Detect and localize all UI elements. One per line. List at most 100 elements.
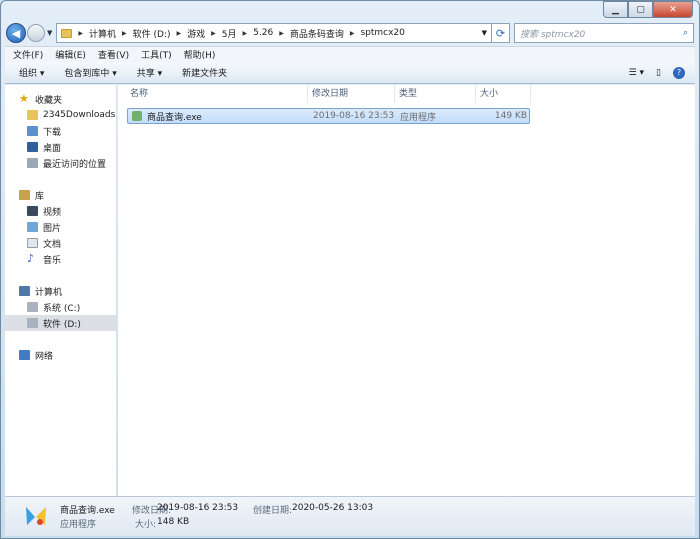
breadcrumb-item[interactable]: 游戏	[187, 27, 205, 40]
file-type: 应用程序	[400, 112, 437, 123]
sidebar-label: 图片	[43, 223, 62, 234]
sidebar-item-music[interactable]: ♪ 音乐	[5, 251, 116, 267]
sidebar-libraries[interactable]: 库	[5, 187, 116, 203]
sidebar-label: 库	[35, 191, 45, 202]
menu-view[interactable]: 查看(V)	[98, 48, 129, 61]
folder-icon	[61, 28, 73, 38]
folder-icon	[27, 110, 38, 120]
share-button[interactable]: 共享 ▾	[137, 66, 162, 79]
breadcrumb-item[interactable]: 软件 (D:)	[133, 27, 171, 40]
refresh-button[interactable]: ⟳	[492, 23, 510, 43]
breadcrumb-item[interactable]: 商品条码查询	[290, 27, 344, 40]
file-row[interactable]: 商品查询.exe 2019-08-16 23:53 应用程序 149 KB	[127, 108, 530, 124]
video-icon	[27, 206, 38, 216]
sidebar-label: 文档	[43, 239, 62, 250]
navigation-bar: ◀ ▼ ▶ 计算机 ▶ 软件 (D:) ▶ 游戏 ▶ 5月 ▶ 5.26 ▶ 商品条码查询 …	[6, 22, 694, 44]
breadcrumb-item[interactable]: 计算机	[89, 27, 116, 40]
app-icon	[26, 507, 46, 525]
downloads-icon	[27, 126, 38, 136]
back-button[interactable]: ◀	[6, 23, 26, 43]
menu-bar: 文件(F) 编辑(E) 查看(V) 工具(T) 帮助(H)	[5, 46, 695, 62]
column-headers: 名称 修改日期 类型 大小	[118, 84, 695, 103]
command-bar: 组织 ▾ 包含到库中 ▾ 共享 ▾ 新建文件夹 ☰ ▾ ▯ ?	[5, 62, 695, 84]
new-folder-button[interactable]: 新建文件夹	[182, 66, 227, 79]
column-name[interactable]: 名称	[118, 84, 308, 103]
sidebar-item-drive-d[interactable]: 软件 (D:)	[5, 315, 116, 331]
sidebar-item-drive-c[interactable]: 系统 (C:)	[5, 299, 116, 315]
breadcrumb-item[interactable]: 5.26	[253, 28, 273, 38]
desktop-icon	[27, 142, 38, 152]
menu-edit[interactable]: 编辑(E)	[55, 48, 86, 61]
search-input[interactable]: 搜索 sptmcx20 ⌕	[514, 23, 694, 43]
sidebar-item-downloads[interactable]: 下载	[5, 123, 116, 139]
sidebar-item-pictures[interactable]: 图片	[5, 219, 116, 235]
details-type: 应用程序	[60, 520, 97, 530]
recent-places-icon	[27, 158, 38, 168]
sidebar-computer[interactable]: 计算机	[5, 283, 116, 299]
pictures-icon	[27, 222, 38, 232]
sidebar-item-videos[interactable]: 视频	[5, 203, 116, 219]
star-icon: ★	[19, 92, 29, 105]
sidebar-item-recent[interactable]: 最近访问的位置	[5, 155, 116, 171]
search-icon: ⌕	[682, 28, 688, 38]
column-size[interactable]: 大小	[476, 84, 531, 103]
forward-button[interactable]	[27, 24, 45, 42]
sidebar-network[interactable]: 网络	[5, 347, 116, 363]
breadcrumb: ▶ 计算机 ▶ 软件 (D:) ▶ 游戏 ▶ 5月 ▶ 5.26 ▶ 商品条码查询 ▶ spt…	[78, 27, 405, 40]
recent-pages-dropdown[interactable]: ▼	[47, 29, 52, 37]
sidebar-favorites[interactable]: ★ 收藏夹	[5, 91, 116, 107]
menu-help[interactable]: 帮助(H)	[184, 48, 216, 61]
details-file-name: 商品查询.exe	[60, 506, 115, 516]
sidebar-label: 下载	[43, 127, 62, 138]
address-bar[interactable]: ▶ 计算机 ▶ 软件 (D:) ▶ 游戏 ▶ 5月 ▶ 5.26 ▶ 商品条码查询 ▶ spt…	[56, 23, 492, 43]
file-name: 商品查询.exe	[147, 112, 202, 123]
sidebar-label: 最近访问的位置	[43, 159, 107, 170]
address-dropdown-icon[interactable]: ▼	[478, 29, 491, 37]
sidebar-label: 收藏夹	[35, 95, 63, 106]
details-pane: 商品查询.exe 修改日期: 2019-08-16 23:53 创建日期: 20…	[5, 496, 695, 536]
help-icon[interactable]: ?	[673, 66, 685, 79]
preview-pane-icon[interactable]: ▯	[656, 68, 661, 78]
explorer-window: ▁ ▢ ✕ ◀ ▼ ▶ 计算机 ▶ 软件 (D:) ▶ 游戏 ▶ 5月 ▶ 5.26 ▶ 商…	[0, 0, 700, 539]
network-icon	[19, 350, 30, 360]
column-modified[interactable]: 修改日期	[308, 84, 395, 103]
sidebar-item-2345downloads[interactable]: 2345Downloads	[5, 107, 116, 123]
sidebar-label: 软件 (D:)	[43, 319, 81, 330]
details-created-label: 创建日期:	[253, 506, 293, 516]
sidebar-item-desktop[interactable]: 桌面	[5, 139, 116, 155]
details-modified: 2019-08-16 23:53	[157, 503, 239, 513]
details-size-label: 大小:	[135, 520, 157, 530]
breadcrumb-item[interactable]: sptmcx20	[360, 28, 404, 38]
organize-button[interactable]: 组织 ▾	[19, 66, 44, 79]
file-size: 149 KB	[494, 111, 527, 121]
window-controls: ▁ ▢ ✕	[603, 1, 693, 18]
details-created: 2020-05-26 13:03	[292, 503, 374, 513]
column-type[interactable]: 类型	[395, 84, 476, 103]
drive-icon	[27, 302, 38, 312]
file-list: 名称 修改日期 类型 大小 商品查询.exe 2019-08-16 23:53 …	[118, 84, 695, 496]
maximize-button[interactable]: ▢	[628, 1, 653, 18]
sidebar-item-documents[interactable]: 文档	[5, 235, 116, 251]
sidebar-label: 计算机	[35, 287, 63, 298]
menu-file[interactable]: 文件(F)	[13, 48, 43, 61]
close-button[interactable]: ✕	[653, 1, 693, 18]
sidebar-label: 音乐	[43, 255, 62, 266]
view-options-icon[interactable]: ☰ ▾	[629, 68, 644, 78]
library-icon	[19, 190, 30, 200]
computer-icon	[19, 286, 30, 296]
details-size: 148 KB	[157, 517, 190, 527]
exe-icon	[132, 111, 142, 121]
file-modified: 2019-08-16 23:53	[313, 111, 395, 121]
breadcrumb-item[interactable]: 5月	[222, 27, 237, 40]
sidebar-label: 网络	[35, 351, 54, 362]
include-in-library-button[interactable]: 包含到库中 ▾	[64, 66, 116, 79]
sidebar-label: 桌面	[43, 143, 62, 154]
minimize-button[interactable]: ▁	[603, 1, 628, 18]
sidebar-label: 视频	[43, 207, 62, 218]
music-icon: ♪	[27, 252, 35, 265]
sidebar-label: 系统 (C:)	[43, 303, 81, 314]
sidebar-label: 2345Downloads	[43, 110, 116, 120]
documents-icon	[27, 238, 38, 248]
menu-tools[interactable]: 工具(T)	[141, 48, 172, 61]
search-placeholder: 搜索 sptmcx20	[520, 29, 586, 40]
